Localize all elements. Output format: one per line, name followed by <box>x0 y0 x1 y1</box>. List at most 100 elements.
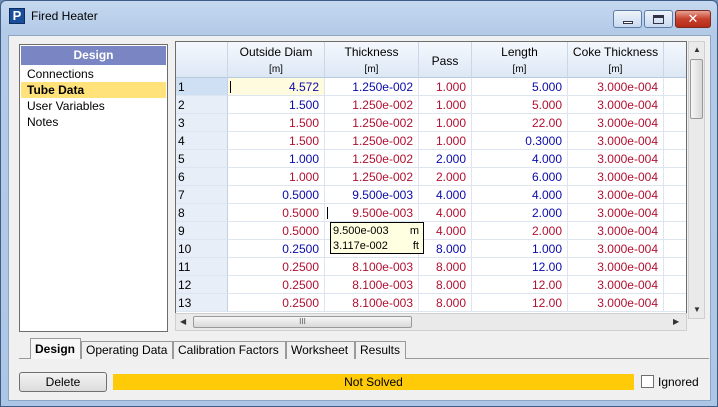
tab-design[interactable]: Design <box>30 338 81 359</box>
delete-button[interactable]: Delete <box>19 372 107 392</box>
cell-pass[interactable]: 4.000 <box>419 222 472 240</box>
cell-outside-diam[interactable]: 1.500 <box>228 96 325 114</box>
scroll-right-icon[interactable]: ▶ <box>673 317 679 327</box>
scroll-left-icon[interactable]: ◀ <box>180 317 186 327</box>
nav-item-tube-data[interactable]: Tube Data <box>21 82 166 98</box>
cell-thickness[interactable]: 1.250e-002 <box>325 168 419 186</box>
vertical-scrollbar[interactable]: ▲ ▼ <box>688 41 705 319</box>
cell-thickness[interactable]: 9.500e-003 <box>325 186 419 204</box>
cell-coke-thickness[interactable]: 3.000e-004 <box>568 294 664 312</box>
cell-length[interactable]: 5.000 <box>472 96 568 114</box>
cell-thickness[interactable]: 8.100e-003 <box>325 258 419 276</box>
cell-length[interactable]: 0.3000 <box>472 132 568 150</box>
column-header-outside-diam[interactable]: Outside Diam [m] <box>228 42 325 78</box>
cell-pass[interactable]: 1.000 <box>419 132 472 150</box>
cell-outside-diam[interactable]: 0.2500 <box>228 258 325 276</box>
cell-pass[interactable]: 1.000 <box>419 78 472 96</box>
cell-length[interactable]: 12.00 <box>472 294 568 312</box>
cell-pass[interactable]: 4.000 <box>419 186 472 204</box>
row-header[interactable]: 10 <box>176 240 228 258</box>
cell-pass[interactable]: 1.000 <box>419 96 472 114</box>
scroll-down-icon[interactable]: ▼ <box>693 305 701 315</box>
cell-thickness[interactable]: 1.250e-002 <box>325 150 419 168</box>
cell-outside-diam[interactable]: 0.2500 <box>228 294 325 312</box>
cell-coke-thickness[interactable]: 3.000e-004 <box>568 186 664 204</box>
row-header[interactable]: 13 <box>176 294 228 312</box>
cell-length[interactable]: 4.000 <box>472 186 568 204</box>
cell-outside-diam[interactable]: 1.500 <box>228 132 325 150</box>
cell-outside-diam[interactable]: 0.5000 <box>228 204 325 222</box>
cell-pass[interactable]: 1.000 <box>419 114 472 132</box>
cell-pass[interactable]: 8.000 <box>419 276 472 294</box>
cell-thickness[interactable]: 1.250e-002 <box>325 78 419 96</box>
nav-item-notes[interactable]: Notes <box>21 114 166 130</box>
cell-thickness[interactable]: 1.250e-002 <box>325 132 419 150</box>
cell-length[interactable]: 1.000 <box>472 240 568 258</box>
cell-coke-thickness[interactable]: 3.000e-004 <box>568 240 664 258</box>
row-header[interactable]: 2 <box>176 96 228 114</box>
column-header-length[interactable]: Length [m] <box>472 42 568 78</box>
minimize-button[interactable] <box>613 10 642 28</box>
cell-coke-thickness[interactable]: 3.000e-004 <box>568 78 664 96</box>
cell-coke-thickness[interactable]: 3.000e-004 <box>568 150 664 168</box>
column-header-pass[interactable]: Pass <box>419 42 472 78</box>
cell-length[interactable]: 6.000 <box>472 168 568 186</box>
cell-length[interactable]: 12.00 <box>472 276 568 294</box>
cell-length[interactable]: 4.000 <box>472 150 568 168</box>
horizontal-scrollbar[interactable]: ◀ III ▶ <box>175 313 687 331</box>
column-header-coke-thickness[interactable]: Coke Thickness [m] <box>568 42 664 78</box>
cell-length[interactable]: 5.000 <box>472 78 568 96</box>
tab-operating-data[interactable]: Operating Data <box>81 341 173 359</box>
cell-thickness[interactable]: 9.500e-003 <box>325 204 419 222</box>
row-header[interactable]: 11 <box>176 258 228 276</box>
cell-coke-thickness[interactable]: 3.000e-004 <box>568 258 664 276</box>
cell-coke-thickness[interactable]: 3.000e-004 <box>568 204 664 222</box>
close-button[interactable]: ✕ <box>675 10 711 28</box>
cell-pass[interactable]: 4.000 <box>419 204 472 222</box>
row-header[interactable]: 5 <box>176 150 228 168</box>
title-bar[interactable]: P Fired Heater ✕ <box>1 1 717 29</box>
row-header[interactable]: 9 <box>176 222 228 240</box>
nav-item-connections[interactable]: Connections <box>21 66 166 82</box>
cell-outside-diam[interactable]: 1.000 <box>228 168 325 186</box>
row-header[interactable]: 1 <box>176 78 228 96</box>
cell-length[interactable]: 2.000 <box>472 204 568 222</box>
cell-pass[interactable]: 2.000 <box>419 150 472 168</box>
cell-coke-thickness[interactable]: 3.000e-004 <box>568 222 664 240</box>
ignored-checkbox[interactable] <box>641 375 654 388</box>
cell-coke-thickness[interactable]: 3.000e-004 <box>568 114 664 132</box>
cell-outside-diam[interactable]: 0.2500 <box>228 276 325 294</box>
cell-outside-diam[interactable]: 1.000 <box>228 150 325 168</box>
cell-outside-diam[interactable]: 0.5000 <box>228 186 325 204</box>
cell-coke-thickness[interactable]: 3.000e-004 <box>568 96 664 114</box>
cell-thickness[interactable]: 8.100e-003 <box>325 276 419 294</box>
cell-thickness[interactable]: 8.100e-003 <box>325 294 419 312</box>
tab-worksheet[interactable]: Worksheet <box>286 341 355 359</box>
cell-outside-diam[interactable]: 0.5000 <box>228 222 325 240</box>
cell-coke-thickness[interactable]: 3.000e-004 <box>568 168 664 186</box>
cell-pass[interactable]: 8.000 <box>419 258 472 276</box>
cell-pass[interactable]: 2.000 <box>419 168 472 186</box>
cell-coke-thickness[interactable]: 3.000e-004 <box>568 132 664 150</box>
scroll-up-icon[interactable]: ▲ <box>693 45 701 55</box>
row-header[interactable]: 12 <box>176 276 228 294</box>
horizontal-scroll-thumb[interactable]: III <box>193 316 412 328</box>
maximize-button[interactable] <box>644 10 673 28</box>
cell-length[interactable]: 22.00 <box>472 114 568 132</box>
tab-results[interactable]: Results <box>355 341 406 359</box>
cell-outside-diam[interactable]: 0.2500 <box>228 240 325 258</box>
column-header-thickness[interactable]: Thickness [m] <box>325 42 419 78</box>
nav-item-user-variables[interactable]: User Variables <box>21 98 166 114</box>
cell-pass[interactable]: 8.000 <box>419 294 472 312</box>
cell-thickness[interactable]: 1.250e-002 <box>325 114 419 132</box>
row-header[interactable]: 3 <box>176 114 228 132</box>
cell-outside-diam[interactable]: 4.572 <box>228 78 325 96</box>
cell-length[interactable]: 2.000 <box>472 222 568 240</box>
cell-thickness[interactable]: 1.250e-002 <box>325 96 419 114</box>
row-header[interactable]: 4 <box>176 132 228 150</box>
vertical-scroll-thumb[interactable] <box>690 59 703 119</box>
cell-pass[interactable]: 8.000 <box>419 240 472 258</box>
row-header[interactable]: 7 <box>176 186 228 204</box>
tab-calibration-factors[interactable]: Calibration Factors <box>173 341 286 359</box>
cell-length[interactable]: 12.00 <box>472 258 568 276</box>
